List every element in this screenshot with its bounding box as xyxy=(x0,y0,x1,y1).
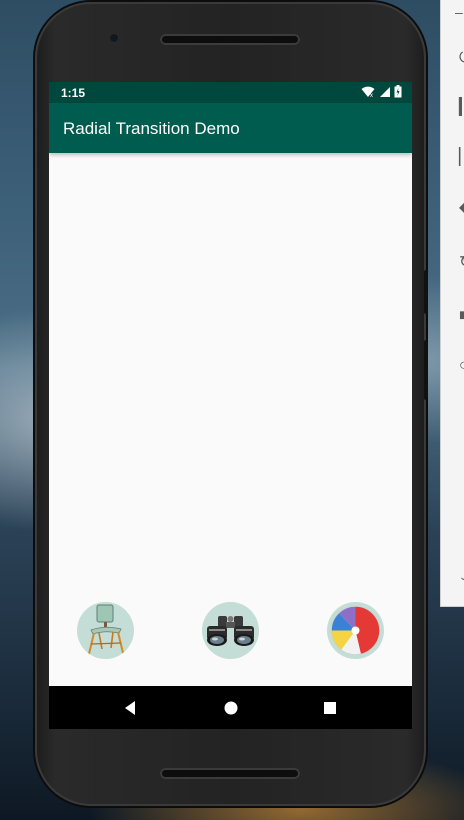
bottom-speaker xyxy=(160,768,300,779)
app-bar: Radial Transition Demo xyxy=(49,103,412,153)
power-icon[interactable]: ⏻ xyxy=(459,50,464,66)
device-screen: 1:15 x Radial Transition Demo xyxy=(49,82,412,729)
more-icon[interactable]: ⌄ xyxy=(459,570,464,586)
navigation-bar xyxy=(49,686,412,729)
signal-icon xyxy=(379,85,390,103)
battery-icon xyxy=(394,85,402,103)
top-speaker xyxy=(160,34,300,45)
status-bar: 1:15 x xyxy=(49,82,412,103)
volume-up-icon[interactable]: ▎ xyxy=(459,100,464,116)
recents-icon[interactable] xyxy=(321,699,339,717)
volume-button[interactable] xyxy=(424,270,428,314)
wifi-icon: x xyxy=(361,85,375,103)
emulator-toolbar: – ⏻ ▎ ▏ ◆ ↻ ■ ○ ⌄ xyxy=(440,0,464,607)
rotate-right-icon[interactable]: ↻ xyxy=(459,255,464,271)
beach-ball-thumbnail[interactable] xyxy=(327,602,384,659)
zoom-icon[interactable]: ○ xyxy=(459,358,464,374)
beach-ball-image xyxy=(331,606,380,655)
home-icon[interactable] xyxy=(222,699,240,717)
status-time: 1:15 xyxy=(61,86,86,100)
binoculars-thumbnail[interactable] xyxy=(202,602,259,659)
app-title: Radial Transition Demo xyxy=(63,119,240,138)
chair-thumbnail[interactable] xyxy=(77,602,134,659)
back-icon[interactable] xyxy=(122,699,140,717)
rotate-left-icon[interactable]: ◆ xyxy=(459,200,464,216)
svg-text:x: x xyxy=(370,93,373,98)
minimize-icon[interactable]: – xyxy=(455,4,464,20)
screenshot-icon[interactable]: ■ xyxy=(459,308,464,324)
front-camera xyxy=(110,34,118,42)
power-button[interactable] xyxy=(424,340,428,400)
volume-down-icon[interactable]: ▏ xyxy=(459,150,464,166)
chair-image xyxy=(88,604,124,655)
binoculars-image xyxy=(207,616,254,646)
